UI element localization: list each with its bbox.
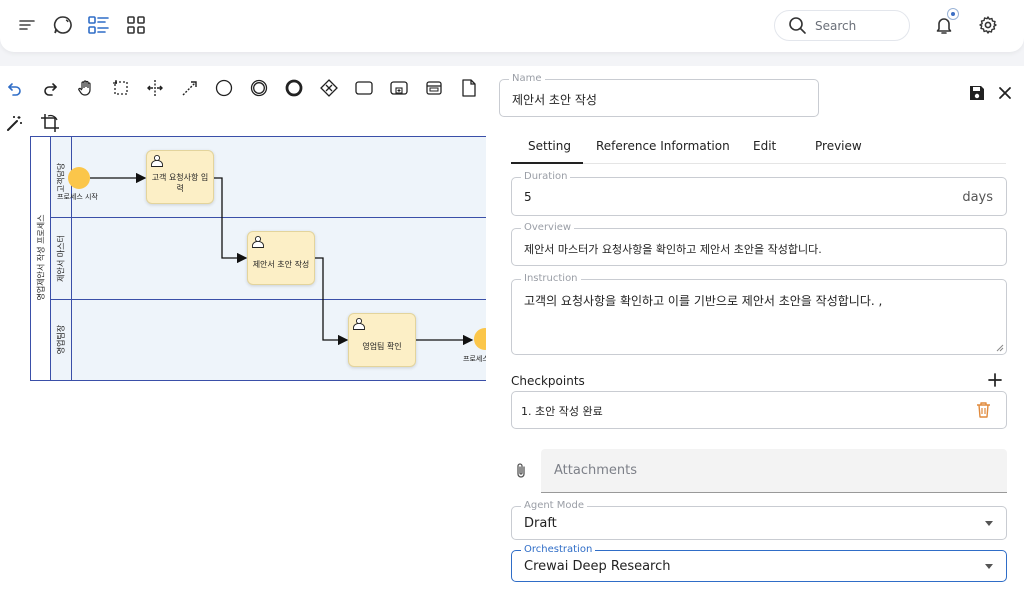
search-icon xyxy=(788,16,807,39)
duration-field[interactable]: Duration 5 days xyxy=(511,171,1007,216)
user-task-icon xyxy=(352,317,366,333)
task-label: 제안서 초안 작성 xyxy=(252,259,310,269)
orchestration-legend: Orchestration xyxy=(521,544,596,555)
tab-setting[interactable]: Setting xyxy=(528,139,571,153)
close-icon[interactable] xyxy=(994,82,1016,104)
chevron-down-icon xyxy=(985,521,993,526)
sequence-flows xyxy=(90,172,474,346)
save-icon[interactable] xyxy=(966,82,988,104)
gear-icon[interactable] xyxy=(977,14,999,36)
duration-legend: Duration xyxy=(521,171,571,182)
active-tab-indicator xyxy=(511,162,583,164)
delete-icon[interactable] xyxy=(976,401,991,422)
task-draft-proposal[interactable]: 제안서 초안 작성 xyxy=(247,231,315,285)
task-label: 고객 요청사항 입력 xyxy=(151,173,209,193)
duration-unit: days xyxy=(962,190,993,205)
user-task-icon xyxy=(251,235,265,251)
resize-handle-icon[interactable] xyxy=(996,344,1004,352)
checkpoint-text: 1. 초안 작성 완료 xyxy=(521,405,603,418)
notification-badge xyxy=(947,8,959,20)
add-checkpoint-icon[interactable] xyxy=(984,369,1006,391)
name-legend: Name xyxy=(509,73,545,84)
name-field[interactable]: Name 제안서 초안 작성 xyxy=(499,73,819,117)
paperclip-icon[interactable] xyxy=(510,460,532,482)
agent-mode-value: Draft xyxy=(524,516,557,531)
task-label: 영업팀 확인 xyxy=(362,341,402,351)
checkpoint-item[interactable]: 1. 초안 작성 완료 xyxy=(511,391,1007,429)
search-box[interactable] xyxy=(774,10,910,41)
search-input[interactable] xyxy=(815,17,901,35)
overview-legend: Overview xyxy=(521,222,575,233)
tabs-divider xyxy=(511,163,1006,164)
tab-reference-information[interactable]: Reference Information xyxy=(596,139,730,153)
checkpoints-title: Checkpoints xyxy=(511,374,585,388)
name-value[interactable]: 제안서 초안 작성 xyxy=(512,91,597,108)
user-task-icon xyxy=(150,154,164,170)
tab-edit[interactable]: Edit xyxy=(753,139,776,153)
tab-preview[interactable]: Preview xyxy=(815,139,862,153)
task-sales-review[interactable]: 영업팀 확인 xyxy=(348,313,416,367)
agent-mode-select[interactable]: Agent Mode Draft xyxy=(511,500,1007,540)
task-customer-request[interactable]: 고객 요청사항 입력 xyxy=(146,150,214,204)
start-event-label: 프로세스 시작 xyxy=(57,193,98,201)
attachments-field[interactable]: Attachments xyxy=(541,449,1007,493)
instruction-value[interactable]: 고객의 요청사항을 확인하고 이를 기반으로 제안서 초안을 작성합니다. , xyxy=(524,292,882,309)
duration-value[interactable]: 5 xyxy=(524,190,532,204)
start-event[interactable] xyxy=(68,167,90,189)
orchestration-select[interactable]: Orchestration Crewai Deep Research xyxy=(511,544,1007,582)
overview-value[interactable]: 제안서 마스터가 요청사항을 확인하고 제안서 초안을 작성합니다. xyxy=(524,241,822,257)
attachments-label: Attachments xyxy=(554,463,637,478)
instruction-legend: Instruction xyxy=(521,273,581,284)
overview-field[interactable]: Overview 제안서 마스터가 요청사항을 확인하고 제안서 초안을 작성합… xyxy=(511,222,1007,266)
flow-task2-to-task3 xyxy=(315,257,349,346)
chevron-down-icon xyxy=(985,564,993,569)
flow-task1-to-task2 xyxy=(214,177,248,264)
orchestration-value: Crewai Deep Research xyxy=(524,559,671,574)
instruction-field[interactable]: Instruction 고객의 요청사항을 확인하고 이를 기반으로 제안서 초… xyxy=(511,273,1007,355)
agent-mode-legend: Agent Mode xyxy=(521,500,588,511)
